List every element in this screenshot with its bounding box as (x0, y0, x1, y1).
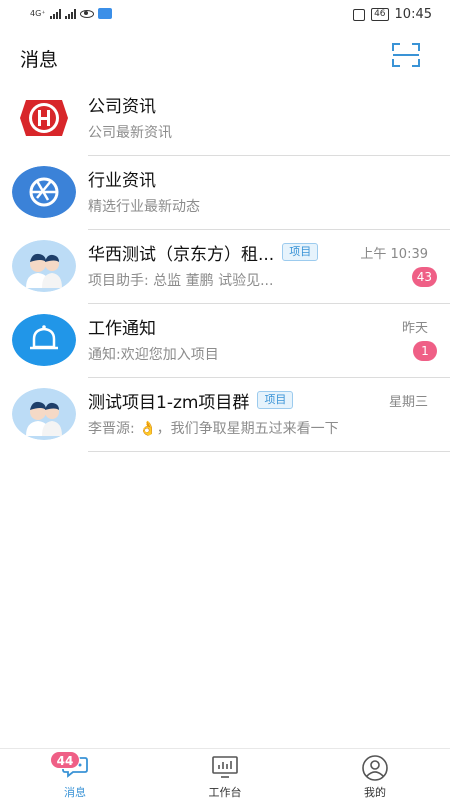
divider (88, 451, 450, 452)
tab-mine[interactable]: 我的 (300, 749, 450, 800)
tab-messages[interactable]: 44 消息 (0, 749, 150, 800)
conversation-title: 公司资讯 (88, 96, 156, 117)
conversation-time: 上午 10:39 (360, 246, 428, 262)
status-right: 46 10:45 (353, 7, 432, 22)
status-bar: 4G⁺ 46 10:45 (0, 0, 450, 30)
conversation-time: 星期三 (388, 394, 428, 410)
status-left: 4G⁺ (30, 8, 112, 19)
bell-icon (12, 314, 76, 366)
conversation-preview: 公司最新资讯 (88, 125, 172, 141)
app-notification-icon (97, 8, 112, 19)
aperture-icon (12, 166, 76, 218)
conversation-item-test-project[interactable]: 测试项目1-zm项目群 项目 星期三 李晋源: 👌，我们争取星期五过来看一下 (0, 378, 450, 452)
conversation-time: 昨天 (401, 320, 428, 336)
project-tag: 项目 (282, 243, 319, 261)
conversation-item-project-huaxi[interactable]: 华西测试（京东方）租... 项目 上午 10:39 项目助手: 总监 董鹏 试验… (0, 230, 450, 304)
conversation-preview: 通知:欢迎您加入项目 (88, 347, 219, 363)
conversation-preview: 李晋源: 👌，我们争取星期五过来看一下 (88, 421, 339, 437)
bottom-tab-bar: 44 消息 工作台 我的 (0, 748, 450, 800)
conversation-item-company-news[interactable]: 公司资讯 公司最新资讯 (0, 82, 450, 156)
tab-label: 工作台 (208, 786, 242, 799)
scan-icon[interactable] (392, 43, 420, 67)
page-title: 消息 (20, 49, 59, 71)
conversation-item-work-notice[interactable]: 工作通知 昨天 通知:欢迎您加入项目 1 (0, 304, 450, 378)
battery-icon: 46 (371, 8, 389, 21)
messages-unread-badge: 44 (50, 751, 80, 769)
vibrate-icon (353, 8, 366, 21)
conversation-item-industry-news[interactable]: 行业资讯 精选行业最新动态 (0, 156, 450, 230)
top-bar: 消息 (0, 30, 450, 82)
conversation-title: 测试项目1-zm项目群 (88, 392, 250, 413)
conversation-list: 公司资讯 公司最新资讯 行业资讯 精选行业最新动态 华西测试（京东方）租... … (0, 82, 450, 452)
conversation-preview: 精选行业最新动态 (88, 199, 200, 215)
tab-label: 我的 (364, 786, 386, 799)
conversation-preview: 项目助手: 总监 董鹏 试验见... (88, 273, 274, 289)
conversation-title: 华西测试（京东方）租... (88, 244, 275, 265)
tab-label: 消息 (64, 786, 86, 799)
user-profile-icon (362, 755, 388, 781)
monitor-chart-icon (212, 756, 238, 778)
unread-badge: 43 (411, 267, 437, 287)
eye-icon (79, 9, 94, 18)
signal-icon (49, 8, 61, 19)
company-logo-avatar (12, 92, 76, 144)
conversation-title: 工作通知 (88, 318, 156, 339)
group-avatar-icon (12, 240, 76, 292)
conversation-title: 行业资讯 (88, 170, 156, 191)
project-tag: 项目 (257, 391, 294, 409)
group-avatar-icon (12, 388, 76, 440)
signal-icon-2 (64, 8, 76, 19)
unread-badge: 1 (413, 341, 437, 361)
tab-workbench[interactable]: 工作台 (150, 749, 300, 800)
network-type-label: 4G⁺ (30, 8, 46, 18)
status-time: 10:45 (394, 7, 432, 22)
